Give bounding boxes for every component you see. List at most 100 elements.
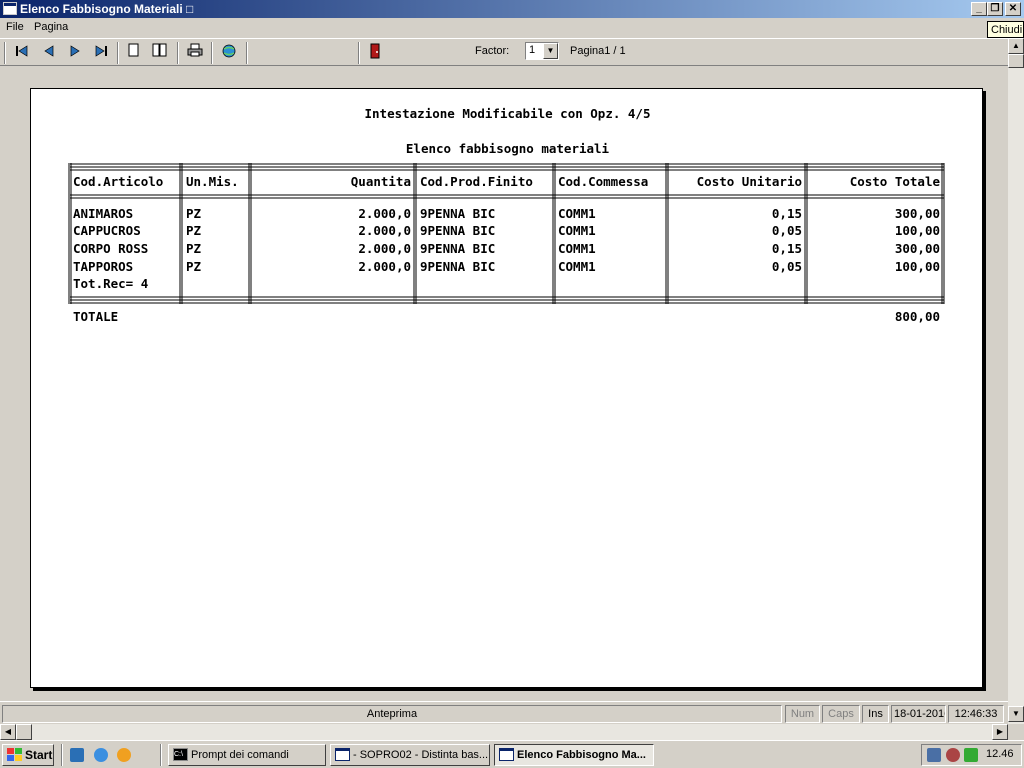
col-header-costo-unitario: Costo Unitario [696, 174, 802, 189]
page-indicator: Pagina1 / 1 [570, 45, 626, 57]
task-elenco-fabbisogno[interactable]: Elenco Fabbisogno Ma... [494, 744, 654, 766]
toolbar-separator [358, 42, 360, 64]
clock[interactable]: 12.46 [986, 748, 1014, 760]
scroll-thumb[interactable] [1008, 54, 1024, 68]
window-title-bar[interactable]: Elenco Fabbisogno Materiali □ _ ❐ ✕ [0, 0, 1024, 18]
globe-export-icon [222, 44, 236, 58]
cell-cod-articolo: TAPPOROS [73, 259, 134, 274]
cell-cod-prod-finito: 9PENNA BIC [420, 241, 496, 256]
window-icon [499, 748, 514, 761]
cell-cod-commessa: COMM1 [558, 241, 596, 256]
cell-costo-unitario: 0,15 [771, 241, 802, 256]
status-ins: Ins [862, 705, 889, 723]
cell-quantita: 2.000,0 [358, 259, 411, 274]
tot-rec: Tot.Rec= 4 [73, 276, 149, 291]
toolbar-separator [211, 42, 213, 64]
cell-quantita: 2.000,0 [358, 223, 411, 238]
close-tooltip: Chiudi [987, 21, 1024, 38]
toolbar: Factor: Pagina1 / 1 [0, 38, 1008, 66]
task-label: Elenco Fabbisogno Ma... [517, 749, 646, 761]
menu-pagina[interactable]: Pagina [34, 21, 68, 33]
cell-un-mis: PZ [186, 241, 202, 256]
prev-page-button[interactable] [39, 43, 59, 63]
close-button[interactable]: ✕ [1005, 2, 1021, 16]
cell-costo-totale: 100,00 [894, 259, 940, 274]
window-title: Elenco Fabbisogno Materiali □ [20, 2, 194, 16]
command-prompt-icon: C:\ [173, 748, 188, 761]
totale-value: 800,00 [894, 309, 940, 324]
security-icon[interactable] [964, 748, 978, 762]
restore-button[interactable]: ❐ [987, 2, 1003, 16]
start-label: Start [25, 748, 53, 762]
report-header: Intestazione Modificabile con Opz. 4/5 [364, 106, 651, 121]
last-page-icon [95, 45, 107, 57]
toolbar-separator [117, 42, 119, 64]
toolbar-grip[interactable] [4, 42, 6, 64]
status-time: 12:46:33 [948, 705, 1004, 723]
start-button[interactable]: Start [2, 744, 54, 766]
cell-cod-articolo: CAPPUCROS [73, 223, 141, 238]
two-pages-icon [152, 43, 167, 57]
two-pages-button[interactable] [150, 43, 170, 63]
menu-bar: File Pagina [0, 18, 1024, 38]
cell-costo-totale: 300,00 [894, 241, 940, 256]
tray-app-icon[interactable] [946, 748, 960, 762]
scroll-right-button[interactable]: ▶ [992, 724, 1008, 740]
toolbar-separator [177, 42, 179, 64]
scroll-up-button[interactable]: ▲ [1008, 38, 1024, 54]
totale-label: TOTALE [73, 309, 119, 324]
app-icon[interactable] [3, 2, 17, 15]
media-player-icon[interactable] [117, 748, 131, 762]
report-title: Elenco fabbisogno materiali [405, 141, 610, 156]
cell-quantita: 2.000,0 [358, 241, 411, 256]
status-num: Num [785, 705, 820, 723]
next-page-button[interactable] [65, 43, 85, 63]
task-label: Prompt dei comandi [191, 749, 289, 761]
col-header-cod-prod-finito: Cod.Prod.Finito [420, 174, 533, 189]
cell-costo-unitario: 0,15 [771, 206, 802, 221]
task-prompt-dei-comandi[interactable]: C:\ Prompt dei comandi [168, 744, 326, 766]
factor-label: Factor: [475, 45, 510, 57]
desktop-icon[interactable] [70, 748, 84, 762]
network-icon[interactable] [927, 748, 941, 762]
scroll-left-button[interactable]: ◀ [0, 724, 16, 740]
cell-un-mis: PZ [186, 223, 202, 238]
last-page-button[interactable] [91, 43, 111, 63]
vertical-scrollbar[interactable]: ▲ ▼ [1008, 38, 1024, 724]
horizontal-scroll-thumb[interactable] [16, 724, 32, 740]
cell-cod-prod-finito: 9PENNA BIC [420, 259, 496, 274]
single-page-button[interactable] [124, 43, 144, 63]
print-button[interactable] [185, 43, 205, 63]
cell-cod-articolo: CORPO ROSS [73, 241, 149, 256]
internet-explorer-icon[interactable] [94, 748, 108, 762]
cell-costo-unitario: 0,05 [771, 223, 802, 238]
prev-page-icon [44, 45, 54, 57]
cell-costo-totale: 100,00 [894, 223, 940, 238]
windows-logo-icon [7, 748, 22, 761]
taskbar: Start C:\ Prompt dei comandi - SOPRO02 -… [0, 740, 1024, 768]
status-mode: Anteprima [2, 705, 782, 723]
first-page-button[interactable] [12, 43, 32, 63]
col-header-costo-totale: Costo Totale [849, 174, 940, 189]
horizontal-scrollbar[interactable]: ◀ ▶ [0, 724, 1008, 740]
scroll-down-button[interactable]: ▼ [1008, 706, 1024, 722]
menu-file[interactable]: File [6, 21, 24, 33]
cell-cod-articolo: ANIMAROS [73, 206, 134, 221]
minimize-button[interactable]: _ [971, 2, 987, 16]
cell-un-mis: PZ [186, 206, 202, 221]
toolbar-separator [246, 42, 248, 64]
task-sopro02[interactable]: - SOPRO02 - Distinta bas... [330, 744, 490, 766]
cell-cod-prod-finito: 9PENNA BIC [420, 223, 496, 238]
window-icon [335, 748, 350, 761]
chevron-down-icon[interactable]: ▼ [543, 43, 558, 59]
cell-quantita: 2.000,0 [358, 206, 411, 221]
printer-icon [187, 43, 203, 57]
status-caps: Caps [822, 705, 860, 723]
export-button[interactable] [219, 43, 239, 63]
report-page: Intestazione Modificabile con Opz. 4/5 E… [30, 88, 983, 688]
col-header-un-mis: Un.Mis. [186, 174, 239, 189]
exit-button[interactable] [365, 43, 385, 63]
col-header-cod-commessa: Cod.Commessa [558, 174, 649, 189]
status-bar: Anteprima Num Caps Ins 18-01-2016 12:46:… [0, 701, 1008, 723]
factor-select[interactable]: 1 ▼ [525, 42, 559, 60]
